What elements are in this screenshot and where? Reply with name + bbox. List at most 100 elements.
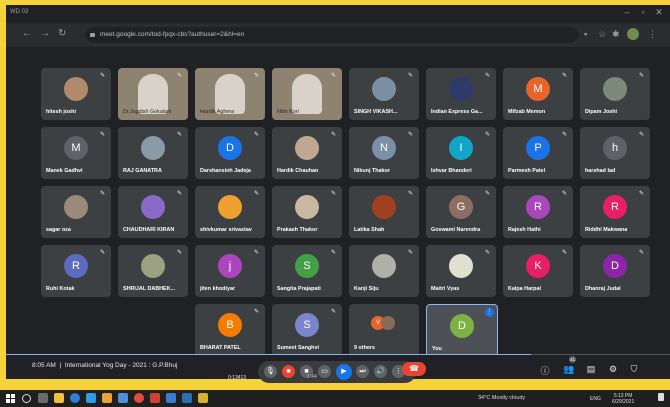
participant-tile[interactable]: G Goswami Narendra ✎ xyxy=(426,186,496,238)
mic-off-icon: ✎ xyxy=(485,132,491,138)
participant-tile[interactable]: N Nikunj Thakor ✎ xyxy=(349,127,419,179)
participant-tile[interactable]: M Mifzab Memon ✎ xyxy=(503,68,573,120)
task-view-icon[interactable] xyxy=(38,393,48,403)
mic-off-icon: ✎ xyxy=(485,250,491,256)
skip-icon[interactable]: ⏭ xyxy=(356,365,369,378)
participant-tile[interactable]: sagar oza ✎ xyxy=(41,186,111,238)
participant-tile[interactable]: M Manek Gadhvi ✎ xyxy=(41,127,111,179)
teams-icon[interactable] xyxy=(118,393,128,403)
participant-avatar xyxy=(141,254,165,278)
participant-tile[interactable]: S Sangita Prajapati ✎ xyxy=(272,245,342,297)
file-explorer-icon[interactable] xyxy=(54,393,64,403)
minimize-icon[interactable]: – xyxy=(620,7,634,17)
participant-name: 9 others xyxy=(354,345,375,351)
mic-icon[interactable]: 🎙 xyxy=(264,365,277,378)
captions-icon[interactable]: ▭ xyxy=(318,365,331,378)
participant-avatar: D xyxy=(450,314,474,338)
elapsed-time: 0:13413 xyxy=(228,375,247,381)
clock[interactable]: 5:13 PM 6/29/2021 xyxy=(612,393,634,405)
language-indicator[interactable]: ENG xyxy=(590,396,601,402)
participant-tile[interactable]: R Riddhi Makwana ✎ xyxy=(580,186,650,238)
participant-avatar: K xyxy=(526,254,550,278)
menu-icon[interactable]: ⋮ xyxy=(648,29,657,40)
participant-tile[interactable]: Latika Shah ✎ xyxy=(349,186,419,238)
participant-tile[interactable]: SHRIJAL DABHEK... ✎ xyxy=(118,245,188,297)
app2-icon[interactable] xyxy=(182,393,192,403)
camera-icon[interactable]: ▪ xyxy=(584,29,587,39)
notification-icon[interactable] xyxy=(658,393,664,401)
participant-tile[interactable]: B BHARAT PATEL ✎ xyxy=(195,304,265,356)
participant-tile[interactable]: V9 others xyxy=(349,304,419,356)
participant-tile[interactable]: S Sumeet Sanghvi ✎ xyxy=(272,304,342,356)
maximize-icon[interactable]: ▫ xyxy=(636,7,650,17)
participant-tile[interactable]: Hardik Aghera ✎ xyxy=(195,68,265,120)
mic-off-icon: ✎ xyxy=(177,73,183,79)
participant-tile[interactable]: hitesh joshi ✎ xyxy=(41,68,111,120)
participant-name: Nitin Kori xyxy=(277,109,299,115)
close-icon[interactable]: ✕ xyxy=(652,7,666,18)
play-icon[interactable]: ▶ xyxy=(336,364,352,380)
participant-tile[interactable]: SINGH VIKASH... ✎ xyxy=(349,68,419,120)
participant-tile[interactable]: h harshad lad ✎ xyxy=(580,127,650,179)
meet-window: WD 03 – ▫ ✕ ← → ↻ meet.google.com/tod-fp… xyxy=(6,5,670,379)
participant-tile[interactable]: K Kalpa Harpal ✎ xyxy=(503,245,573,297)
weather-widget[interactable]: 34°C Mostly cloudy xyxy=(478,395,525,401)
forward-icon[interactable]: → xyxy=(40,28,50,39)
people-icon[interactable]: 👥 xyxy=(563,364,575,375)
participant-tile[interactable]: Dr.Jagdish Gokalani ✎ xyxy=(118,68,188,120)
activities-icon[interactable]: ⚙ xyxy=(607,364,619,375)
participant-name: Rajesh Hathi xyxy=(508,227,541,233)
star-icon[interactable]: ☆ xyxy=(598,29,606,40)
app-icon[interactable] xyxy=(102,393,112,403)
camera-off-icon[interactable]: ■ xyxy=(282,365,295,378)
self-tile[interactable]: D You ⋮ xyxy=(426,304,498,358)
participant-name: You xyxy=(432,346,442,352)
participant-tile[interactable]: D Dhanraj Judal ✎ xyxy=(580,245,650,297)
participant-name: Mifzab Memon xyxy=(508,109,546,115)
puzzle-icon[interactable]: ✱ xyxy=(612,29,620,40)
windows-start-icon[interactable] xyxy=(6,394,15,403)
edge-icon[interactable] xyxy=(70,393,80,403)
info-icon[interactable]: ⓘ xyxy=(539,364,551,377)
participant-name: Ishvar Bhanderi xyxy=(431,168,472,174)
volume-icon[interactable]: 🔊 xyxy=(374,365,387,378)
search-icon[interactable] xyxy=(22,394,31,403)
participant-tile[interactable]: shivkumar srivastav ✎ xyxy=(195,186,265,238)
participant-tile[interactable]: I Ishvar Bhanderi ✎ xyxy=(426,127,496,179)
participant-tile[interactable]: R Rajesh Hathi ✎ xyxy=(503,186,573,238)
participant-name: shivkumar srivastav xyxy=(200,227,252,233)
participant-tile[interactable]: RAJ GANATRA ✎ xyxy=(118,127,188,179)
participant-avatar xyxy=(64,77,88,101)
participant-tile[interactable]: CHAUDHARI KIRAN ✎ xyxy=(118,186,188,238)
powerpoint-icon[interactable] xyxy=(150,393,160,403)
participant-avatar: R xyxy=(603,195,627,219)
participant-avatar: R xyxy=(64,254,88,278)
end-call-button[interactable]: ☎ xyxy=(402,362,426,376)
participant-avatar xyxy=(372,254,396,278)
meeting-time: 8:05 AM xyxy=(32,362,56,369)
participant-tile[interactable]: j jiten khodiyar ✎ xyxy=(195,245,265,297)
app3-icon[interactable] xyxy=(198,393,208,403)
participant-tile[interactable]: R Ruhi Kotak ✎ xyxy=(41,245,111,297)
participant-tile[interactable]: P Parmesh Patel ✎ xyxy=(503,127,573,179)
profile-avatar[interactable] xyxy=(627,28,639,40)
chrome-icon[interactable] xyxy=(134,393,144,403)
shield-icon[interactable]: ⛉ xyxy=(628,364,640,375)
participant-tile[interactable]: Indian Express Ga... ✎ xyxy=(426,68,496,120)
participant-tile[interactable]: Kanji Siju ✎ xyxy=(349,245,419,297)
url-field[interactable]: meet.google.com/tod-fpqx-cbs?authuser=2&… xyxy=(86,27,578,43)
reload-icon[interactable]: ↻ xyxy=(58,28,66,39)
word-icon[interactable] xyxy=(166,393,176,403)
back-icon[interactable]: ← xyxy=(22,28,32,39)
store-icon[interactable] xyxy=(86,393,96,403)
participant-tile[interactable]: Hardik Chauhan ✎ xyxy=(272,127,342,179)
participant-tile[interactable]: Maitri Vyas ✎ xyxy=(426,245,496,297)
meeting-title: International Yog Day - 2021 : G.P.Bhuj xyxy=(64,362,178,369)
chat-icon[interactable]: ▤ xyxy=(585,364,597,375)
participant-tile[interactable]: Dipam Joshi ✎ xyxy=(580,68,650,120)
participant-tile[interactable]: Nitin Kori ✎ xyxy=(272,68,342,120)
participant-tile[interactable]: Prakash Thakor ✎ xyxy=(272,186,342,238)
participant-name: sagar oza xyxy=(46,227,71,233)
mic-off-icon: ✎ xyxy=(100,73,106,79)
participant-tile[interactable]: D Darshansinh Jadeja ✎ xyxy=(195,127,265,179)
